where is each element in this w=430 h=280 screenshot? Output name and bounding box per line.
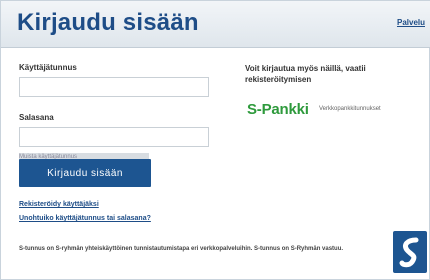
page-title: Kirjaudu sisään: [17, 9, 199, 36]
login-panel: Kirjaudu sisään Palvelu Käyttäjätunnus S…: [0, 0, 430, 280]
forgot-password-link[interactable]: Unohtuiko käyttäjätunnus tai salasana?: [19, 215, 151, 222]
register-link[interactable]: Rekisteröidy käyttäjäksi: [19, 201, 99, 208]
login-button[interactable]: Kirjaudu sisään: [19, 159, 151, 187]
header-link[interactable]: Palvelu: [397, 18, 425, 27]
s-logo-glyph-icon: [399, 237, 419, 268]
password-label: Salasana: [19, 113, 54, 122]
username-label: Käyttäjätunnus: [19, 63, 77, 72]
alternative-login-text: Voit kirjautua myös näillä, vaatii rekis…: [245, 64, 366, 84]
footer-note: S-tunnus on S-ryhmän yhteiskäyttöinen tu…: [19, 246, 344, 252]
password-input[interactable]: [19, 127, 209, 147]
spankki-sub-label: Verkkopankkitunnukset: [319, 106, 381, 112]
panel-header: Kirjaudu sisään Palvelu: [1, 1, 430, 48]
s-group-logo-icon: [393, 231, 427, 273]
username-input[interactable]: [19, 77, 209, 97]
spankki-logo-button[interactable]: S-Pankki: [247, 101, 309, 118]
